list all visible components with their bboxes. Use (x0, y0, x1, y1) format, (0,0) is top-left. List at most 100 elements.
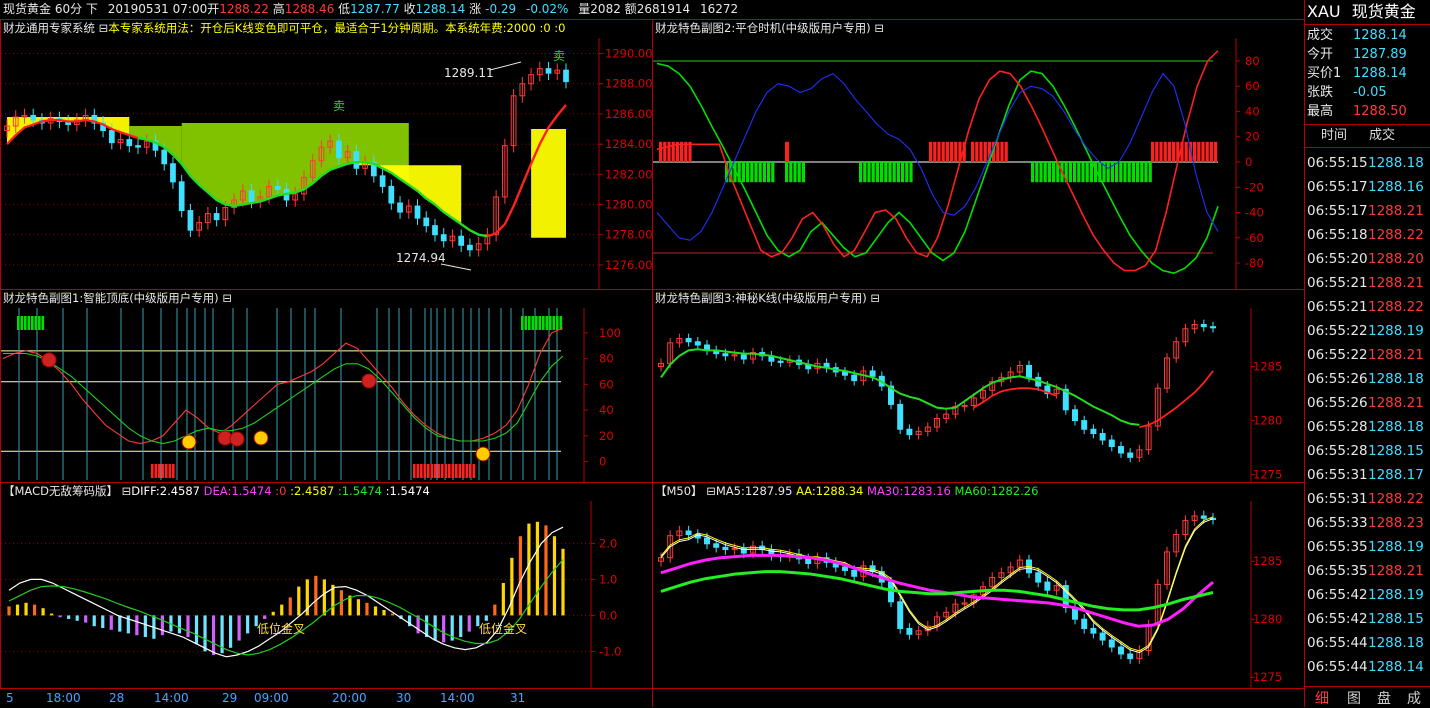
main-candle (336, 140, 342, 159)
macd-bar (501, 583, 505, 616)
bottom-signal (448, 464, 451, 478)
top-signal (542, 316, 545, 330)
top-signal (34, 316, 38, 330)
macd-bar (552, 536, 557, 616)
bottom-signal (423, 464, 427, 478)
main-candle (135, 145, 141, 148)
x-label: 14:00 (154, 691, 189, 705)
macd-bar (7, 606, 11, 616)
main-candle (126, 139, 133, 147)
tick-price: 1288.19 (1368, 539, 1424, 555)
signal-bar (1081, 162, 1085, 183)
close-value: 1288.14 (415, 2, 466, 16)
bottom-signal (465, 464, 469, 478)
macd-bar (271, 611, 275, 616)
signal-bar (875, 162, 879, 183)
macd-chart[interactable]: 低位金叉 低位金叉 2.0 1.0 0.0 -1.0 (1, 483, 652, 688)
sub3-candle (869, 370, 876, 377)
bottom-signal (427, 464, 430, 478)
tick-row: 06:55:42 1288.19 (1305, 583, 1430, 607)
macd-bar (203, 615, 207, 652)
tick-time: 06:55:28 (1307, 443, 1368, 459)
tick-price: 1288.18 (1368, 371, 1424, 387)
signal-bar (863, 162, 867, 183)
signal-bar (771, 162, 775, 183)
tick-price: 1288.15 (1368, 611, 1424, 627)
signal-bar (762, 162, 766, 183)
sub2-panel[interactable]: 财龙特色副图2:平仓时机(中级版用户专用) ⊟ 80 60 40 20 0 -20 -40-… (652, 19, 1305, 290)
signal-bar (1140, 162, 1144, 183)
tick-row: 06:55:17 1288.16 (1305, 175, 1430, 199)
ma-candle (805, 558, 812, 565)
tick-price: 1288.15 (1368, 443, 1424, 459)
sub1-chart[interactable]: 100 80 60 40 20 0 (1, 290, 652, 482)
tick-time: 06:55:18 (1307, 227, 1368, 243)
signal-bar (1031, 162, 1035, 183)
tick-row: 06:55:35 1288.21 (1305, 559, 1430, 583)
tick-list[interactable]: 06:55:15 1288.18 06:55:17 1288.16 06:55:17 12… (1305, 148, 1430, 679)
tick-price: 1288.23 (1368, 515, 1424, 531)
main-candle (388, 185, 395, 204)
macd-panel[interactable]: 【MACD无敌筹码版】 ⊟DIFF:2.4587 DEA:1.5474 :0 :… (0, 482, 653, 689)
cross-label: 低位金叉 (257, 621, 305, 636)
quote-header: XAU 现货黄金 (1305, 0, 1430, 25)
signal-bar (801, 162, 805, 183)
quote-value: 1288.14 (1353, 66, 1407, 81)
tab-book[interactable]: 盘 (1377, 688, 1391, 708)
signal-bar (1167, 141, 1171, 162)
tick-row: 06:55:22 1288.21 (1305, 343, 1430, 367)
signal-bar (937, 141, 941, 162)
signal-bar (871, 162, 875, 183)
tick-row: 06:55:26 1288.21 (1305, 391, 1430, 415)
ma-candle (842, 566, 848, 571)
tick-time: 06:55:28 (1307, 419, 1368, 435)
main-candle-chart[interactable]: 1289.111274.94卖卖 1290.001288.001286.00128… (1, 20, 652, 289)
macd-bar (109, 615, 113, 630)
tab-trades[interactable]: 成 (1407, 688, 1421, 708)
signal-bar (1151, 141, 1155, 162)
high-marker-line (489, 61, 522, 71)
main-candle (248, 190, 255, 202)
ma5-line (660, 518, 1214, 654)
top-signal (24, 316, 27, 330)
macd-bar (510, 557, 514, 616)
bottom-signal (455, 464, 458, 478)
signal-bar (1155, 141, 1159, 162)
tab-detail[interactable]: 细 (1315, 688, 1329, 708)
tab-chart[interactable]: 图 (1347, 688, 1361, 708)
tick-time: 06:55:44 (1307, 635, 1368, 651)
tick-price: 1288.21 (1368, 395, 1424, 411)
macd-line-diff (8, 526, 564, 658)
macd-bar (41, 608, 45, 616)
sub2-chart[interactable]: 80 60 40 20 0 -20 -40 -60 -80 (653, 20, 1304, 289)
signal-bar (979, 141, 983, 162)
top-signal (524, 316, 528, 330)
axis-filler (652, 688, 1305, 707)
quote-symbol: XAU (1307, 2, 1341, 21)
high-value: 1288.46 (284, 2, 335, 16)
tick-price: 1288.19 (1368, 587, 1424, 603)
sub1-panel[interactable]: 财龙特色副图1:智能顶底(中级版用户专用) ⊟ 100 80 60 40 20 0 (0, 289, 653, 483)
signal-bar (659, 141, 663, 162)
ma-chart[interactable]: 1285 1280 1275 (653, 483, 1304, 688)
main-chart-panel[interactable]: 财龙通用专家系统 ⊟本专家系统用法：开仓后K线变色即可平仓，最适合于1分钟周期。… (0, 19, 653, 290)
main-candle (170, 163, 176, 183)
ma-panel[interactable]: 【M50】 ⊟MA5:1287.95 AA:1288.34 MA30:1283.… (652, 482, 1305, 689)
sub3-panel[interactable]: 财龙特色副图3:神秘K线(中级版用户专用) ⊟ 1285 1280 1275 (652, 289, 1305, 483)
main-candle (545, 68, 552, 74)
x-label: 30 (396, 691, 412, 705)
bottom-signal (451, 464, 455, 478)
ma-candle (1035, 572, 1042, 583)
bottom-signal (469, 464, 472, 478)
tick-time: 06:55:22 (1307, 347, 1368, 363)
low-label: 低 (338, 2, 351, 16)
macd-y-label: -1.0 (599, 644, 621, 658)
x-label: 14:00 (440, 691, 475, 705)
quote-row: 今开 1287.89 (1305, 45, 1430, 64)
signal-bar (996, 141, 1000, 162)
symbol-title: 现货黄金 60分 下 (3, 2, 98, 16)
sub3-chart[interactable]: 1285 1280 1275 (653, 290, 1304, 482)
signal-bar (983, 141, 987, 162)
tick-price: 1288.20 (1368, 251, 1424, 267)
tick-price: 1288.21 (1368, 203, 1424, 219)
